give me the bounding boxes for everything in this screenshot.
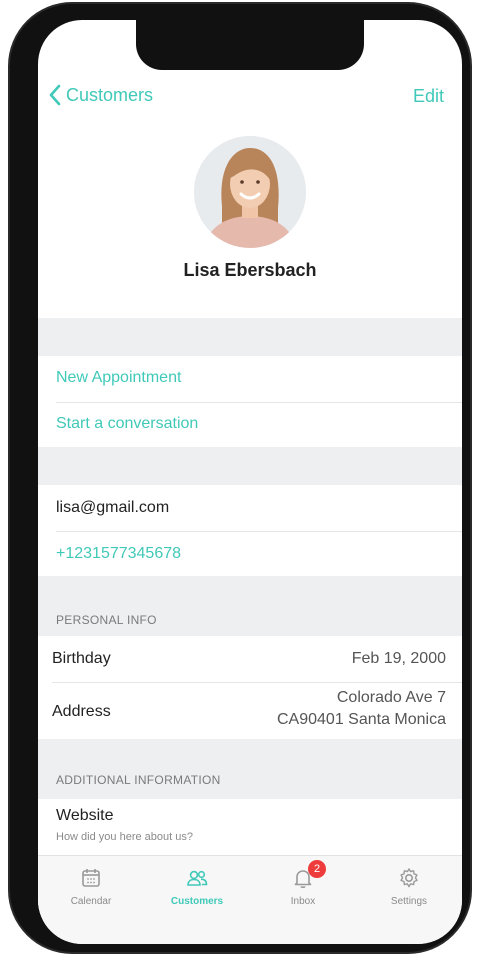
section-spacer [38,447,462,485]
tab-customers[interactable]: Customers [144,866,250,907]
start-conversation-row[interactable]: Start a conversation [38,403,462,447]
phone-row[interactable]: +1231577345678 [38,532,462,576]
screen: Customers Edit Lisa Ebersbach New Appoin… [38,20,462,944]
avatar [194,136,306,248]
calendar-icon [82,869,100,887]
address-label: Address [52,703,111,720]
new-appointment-row[interactable]: New Appointment [38,356,462,402]
back-button[interactable]: Customers [48,84,153,106]
new-appointment-link[interactable]: New Appointment [56,369,181,387]
website-row[interactable]: Website How did you here about us? [38,799,462,855]
tab-label-customers: Customers [170,896,224,907]
avatar-portrait [194,136,306,248]
back-label: Customers [66,84,154,105]
phone-value[interactable]: +1231577345678 [56,545,181,563]
website-label: Website [56,807,114,824]
tab-calendar[interactable]: Calendar [38,866,144,907]
email-row[interactable]: lisa@gmail.com [38,485,462,531]
tab-label-inbox: Inbox [290,896,316,907]
tab-settings[interactable]: Settings [356,866,462,907]
notch [136,20,364,70]
personal-info-section: PERSONAL INFO [38,576,462,636]
birthday-label: Birthday [52,650,111,667]
address-line-2: CA90401 Santa Monica [277,711,446,728]
chevron-left-icon [49,84,61,106]
edit-button[interactable]: Edit [413,86,444,107]
start-conversation-link[interactable]: Start a conversation [56,415,198,433]
section-spacer [38,318,462,356]
customer-name: Lisa Ebersbach [183,260,317,280]
customers-icon [187,870,208,886]
section-header-personal-info: PERSONAL INFO [56,613,157,627]
website-hint: How did you here about us? [56,831,193,843]
email-value[interactable]: lisa@gmail.com [56,499,169,517]
additional-info-section: ADDITIONAL INFORMATION [38,739,462,799]
address-row: Address Colorado Ave 7 CA90401 Santa Mon… [38,683,462,739]
birthday-value: Feb 19, 2000 [351,650,446,667]
inbox-badge: 2 [308,860,326,878]
phone-frame: Customers Edit Lisa Ebersbach New Appoin… [10,4,470,952]
address-line-1: Colorado Ave 7 [336,689,446,706]
gear-icon [400,868,418,888]
tab-bar: Calendar Customers 2 Inbox Settings [38,855,462,944]
birthday-row: Birthday Feb 19, 2000 [38,636,462,682]
tab-label-calendar: Calendar [70,896,112,907]
tab-label-settings: Settings [390,896,428,907]
tab-inbox[interactable]: 2 Inbox [250,860,356,907]
section-header-additional-info: ADDITIONAL INFORMATION [56,773,221,787]
navigation-bar: Customers Edit [38,76,462,120]
